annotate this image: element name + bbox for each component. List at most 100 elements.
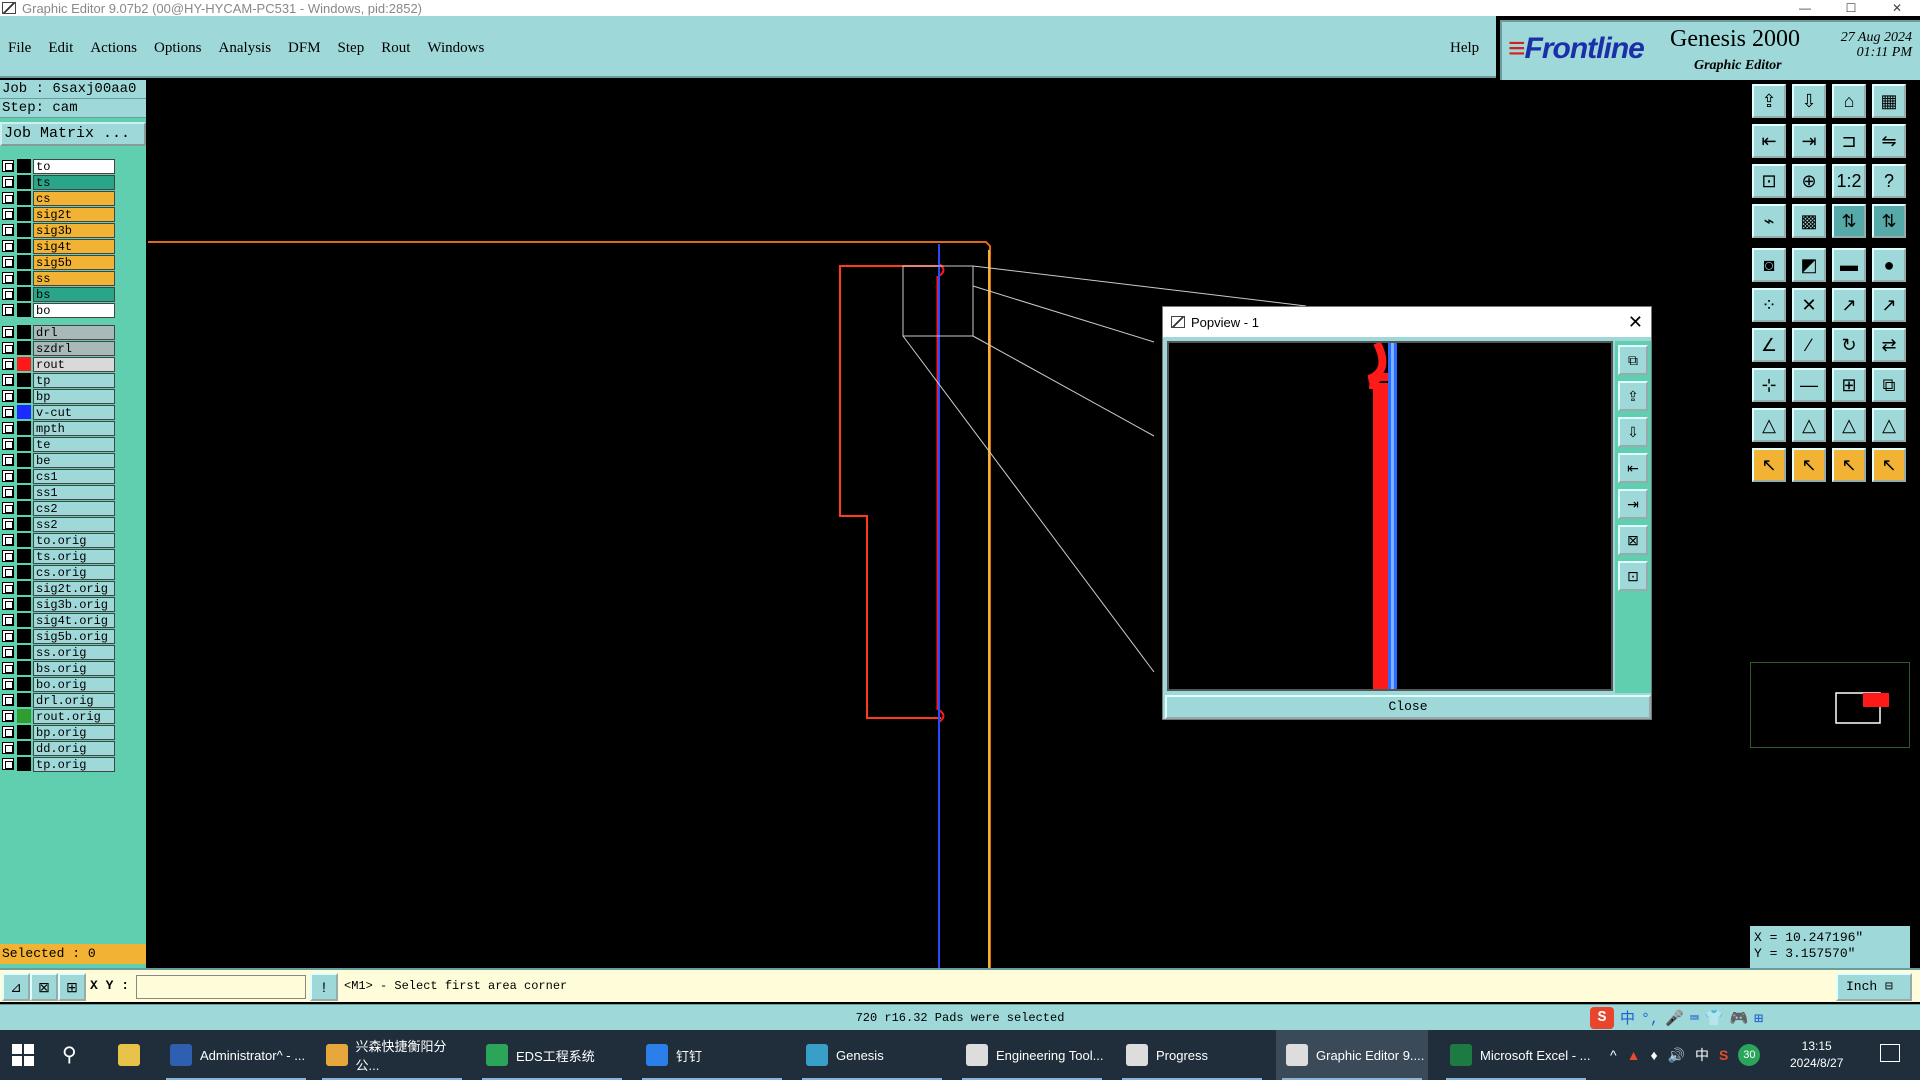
menu-rout[interactable]: Rout xyxy=(381,40,410,57)
flip-icon[interactable]: ⇄ xyxy=(1872,328,1906,362)
pointer3-icon[interactable]: ↖ xyxy=(1832,448,1866,482)
zoom-icon[interactable]: ⧉ xyxy=(1618,345,1648,375)
home-icon[interactable]: ⌂ xyxy=(1832,84,1866,118)
menu-dfm[interactable]: DFM xyxy=(288,40,321,57)
angle-icon[interactable]: ∠ xyxy=(1752,328,1786,362)
layer-checkbox[interactable] xyxy=(2,726,14,738)
layer-name[interactable]: cs.orig xyxy=(33,564,115,580)
pointer1-icon[interactable]: ↖ xyxy=(1752,448,1786,482)
maximize-button[interactable]: ☐ xyxy=(1828,0,1874,16)
layer-row[interactable]: to.orig xyxy=(2,532,116,548)
layer-row[interactable]: ss xyxy=(2,270,116,286)
pad-icon[interactable]: ◙ xyxy=(1752,248,1786,282)
unit-selector[interactable]: Inch ⊟ xyxy=(1836,973,1912,1001)
move-icon[interactable]: ⊹ xyxy=(1752,368,1786,402)
trim-icon[interactable]: — xyxy=(1792,368,1826,402)
layer-checkbox[interactable] xyxy=(2,598,14,610)
job-matrix-button[interactable]: Job Matrix ... xyxy=(0,122,146,146)
menu-analysis[interactable]: Analysis xyxy=(219,40,272,57)
taskbar-item[interactable]: Graphic Editor 9.... xyxy=(1276,1030,1428,1080)
layer-name[interactable]: bo.orig xyxy=(33,676,115,692)
next-icon[interactable]: ⇥ xyxy=(1618,489,1648,519)
layer-name[interactable]: ss1 xyxy=(33,484,115,500)
help-icon[interactable]: ? xyxy=(1872,164,1906,198)
layer-checkbox[interactable] xyxy=(2,710,14,722)
prev-icon[interactable]: ⇤ xyxy=(1618,453,1648,483)
fit-icon[interactable]: ⇩ xyxy=(1618,417,1648,447)
taskbar-item[interactable]: 兴森快捷衡阳分公... xyxy=(316,1030,468,1080)
layer-checkbox[interactable] xyxy=(2,454,14,466)
layer-name[interactable]: drl.orig xyxy=(33,692,115,708)
layer-row[interactable]: drl.orig xyxy=(2,692,116,708)
menu-file[interactable]: File xyxy=(8,40,31,57)
arrow-right-icon[interactable]: ⇥ xyxy=(1792,124,1826,158)
xy-input[interactable] xyxy=(136,975,306,999)
tri2-icon[interactable]: △ xyxy=(1792,408,1826,442)
layer-checkbox[interactable] xyxy=(2,534,14,546)
security-badge-icon[interactable]: 30 xyxy=(1738,1044,1761,1066)
layer-row[interactable]: sig4t.orig xyxy=(2,612,116,628)
layer-checkbox[interactable] xyxy=(2,176,14,188)
menu-windows[interactable]: Windows xyxy=(427,40,484,57)
taskbar-item[interactable]: Progress xyxy=(1116,1030,1268,1080)
layer-checkbox[interactable] xyxy=(2,742,14,754)
tri1-icon[interactable]: △ xyxy=(1752,408,1786,442)
layer-name[interactable]: mpth xyxy=(33,420,115,436)
layer-row[interactable]: cs xyxy=(2,190,116,206)
layer-checkbox[interactable] xyxy=(2,390,14,402)
layer-checkbox[interactable] xyxy=(2,160,14,172)
layer-row[interactable]: v-cut xyxy=(2,404,116,420)
minimap[interactable] xyxy=(1750,662,1910,748)
layer-row[interactable]: sig5b xyxy=(2,254,116,270)
layer-checkbox[interactable] xyxy=(2,208,14,220)
layer-checkbox[interactable] xyxy=(2,374,14,386)
taskbar-item[interactable]: 钉钉 xyxy=(636,1030,788,1080)
layer-checkbox[interactable] xyxy=(2,678,14,690)
taskbar-item[interactable]: Administrator^ - ... xyxy=(160,1030,312,1080)
layer-name[interactable]: ss xyxy=(33,270,115,286)
layer-row[interactable]: tp xyxy=(2,372,116,388)
taskbar-file-explorer[interactable] xyxy=(108,1030,148,1080)
slant-icon[interactable]: ∕ xyxy=(1792,328,1826,362)
layer-checkbox[interactable] xyxy=(2,502,14,514)
layer-name[interactable]: drl xyxy=(33,324,115,340)
menu-actions[interactable]: Actions xyxy=(90,40,137,57)
layer-row[interactable]: cs1 xyxy=(2,468,116,484)
layer-row[interactable]: bo.orig xyxy=(2,676,116,692)
layer-row[interactable]: ts xyxy=(2,174,116,190)
home-icon[interactable]: ⊠ xyxy=(1618,525,1648,555)
popview-canvas[interactable] xyxy=(1167,341,1613,691)
fit-all-icon[interactable]: ⊡ xyxy=(1752,164,1786,198)
popview-close-icon[interactable]: ✕ xyxy=(1628,312,1643,333)
layer-name[interactable]: cs1 xyxy=(33,468,115,484)
layer-checkbox[interactable] xyxy=(2,288,14,300)
dot-icon[interactable]: ● xyxy=(1872,248,1906,282)
layer-checkbox[interactable] xyxy=(2,614,14,626)
arc-icon[interactable]: ↻ xyxy=(1832,328,1866,362)
pan-icon[interactable]: ⇪ xyxy=(1618,381,1648,411)
layer-name[interactable]: rout xyxy=(33,356,115,372)
layer-checkbox[interactable] xyxy=(2,272,14,284)
layer-name[interactable]: sig2t xyxy=(33,206,115,222)
layer-checkbox[interactable] xyxy=(2,342,14,354)
layer-name[interactable]: sig3b xyxy=(33,222,115,238)
layer-checkbox[interactable] xyxy=(2,470,14,482)
mesh-icon[interactable]: ▩ xyxy=(1792,204,1826,238)
search-icon[interactable]: ⚲ xyxy=(62,1042,77,1067)
start-icon[interactable] xyxy=(12,1044,34,1066)
tri3-icon[interactable]: △ xyxy=(1832,408,1866,442)
input-lang-icon[interactable]: 中 xyxy=(1695,1045,1709,1065)
layer-name[interactable]: ts xyxy=(33,174,115,190)
layer-row[interactable]: ss2 xyxy=(2,516,116,532)
grid-icon[interactable]: ▦ xyxy=(1872,84,1906,118)
layer-name[interactable]: te xyxy=(33,436,115,452)
taskbar-item[interactable]: Genesis xyxy=(796,1030,948,1080)
layer-name[interactable]: sig2t.orig xyxy=(33,580,115,596)
layer-name[interactable]: tp xyxy=(33,372,115,388)
join-icon[interactable]: ↗ xyxy=(1872,288,1906,322)
layer-checkbox[interactable] xyxy=(2,406,14,418)
layer-checkbox[interactable] xyxy=(2,358,14,370)
cmd-select-icon[interactable]: ⊿ xyxy=(2,973,30,1001)
layer-row[interactable]: to xyxy=(2,158,116,174)
layer-row[interactable]: bo xyxy=(2,302,116,318)
